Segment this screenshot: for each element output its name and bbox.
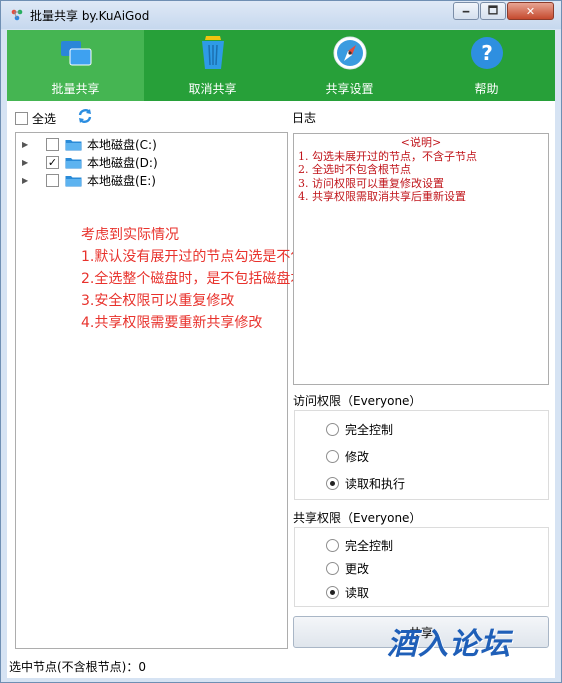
- access-permission-title: 访问权限（Everyone）: [293, 394, 422, 408]
- radio-label: 完全控制: [345, 423, 394, 437]
- tree-item[interactable]: ▶ 本地磁盘(C:): [22, 135, 157, 153]
- note-line: 3.安全权限可以重复修改: [81, 293, 235, 309]
- toolbar-label: 取消共享: [188, 82, 237, 96]
- access-option-read-execute[interactable]: 读取和执行: [326, 475, 405, 492]
- tree-item[interactable]: ▶ ✓ 本地磁盘(D:): [22, 153, 158, 171]
- expand-arrow-icon[interactable]: ▶: [22, 158, 32, 167]
- drive-tree[interactable]: ▶ 本地磁盘(C:) ▶ ✓ 本地磁盘(D:) ▶ 本地磁盘(E:): [15, 132, 288, 649]
- log-heading: <说明>: [400, 136, 442, 149]
- tree-item-label: 本地磁盘(E:): [87, 173, 156, 188]
- note-line: 考虑到实际情况: [81, 227, 179, 243]
- tree-item-label: 本地磁盘(D:): [87, 155, 158, 170]
- folder-icon: [65, 175, 82, 186]
- tree-item[interactable]: ▶ 本地磁盘(E:): [22, 171, 156, 189]
- tree-item-checkbox[interactable]: [46, 137, 59, 151]
- refresh-icon[interactable]: [77, 107, 93, 125]
- share-permission-group: 完全控制 更改 读取: [294, 527, 549, 607]
- share-option-change[interactable]: 更改: [326, 560, 369, 577]
- expand-arrow-icon[interactable]: ▶: [22, 176, 32, 185]
- tree-item-label: 本地磁盘(C:): [87, 137, 157, 152]
- compass-icon: [333, 36, 366, 70]
- toolbar-share-settings-button[interactable]: 共享设置: [281, 30, 418, 101]
- help-icon: ?: [470, 37, 503, 69]
- radio-button[interactable]: [326, 477, 339, 490]
- radio-button[interactable]: [326, 423, 339, 436]
- maximize-button[interactable]: 🗖: [480, 2, 506, 20]
- title-bar[interactable]: 批量共享 by.KuAiGod 🗕 🗖 ✕: [1, 1, 561, 29]
- tree-item-checkbox[interactable]: ✓: [46, 155, 59, 169]
- app-icon: [11, 9, 23, 21]
- close-icon: ✕: [525, 4, 536, 18]
- status-bar: 选中节点(不含根节点)：0: [7, 655, 555, 677]
- access-option-full-control[interactable]: 完全控制: [326, 421, 393, 438]
- expand-arrow-icon[interactable]: ▶: [22, 140, 32, 149]
- toolbar-help-button[interactable]: ? 帮助: [418, 30, 555, 101]
- radio-button[interactable]: [326, 450, 339, 463]
- toolbar: 批量共享 取消共享 共享设置 ? 帮助: [7, 30, 555, 101]
- minimize-button[interactable]: 🗕: [453, 2, 479, 20]
- app-window: 批量共享 by.KuAiGod 🗕 🗖 ✕ 批量共享 取消共享 共享设置 ? 帮…: [0, 0, 562, 683]
- radio-button[interactable]: [326, 539, 339, 552]
- toolbar-batch-share-button[interactable]: 批量共享: [7, 30, 144, 101]
- window-title: 批量共享 by.KuAiGod: [30, 9, 150, 23]
- toolbar-label: 共享设置: [325, 82, 374, 96]
- toolbar-label: 批量共享: [51, 82, 100, 96]
- status-text: 选中节点(不含根节点)：0: [9, 659, 146, 674]
- tree-item-checkbox[interactable]: [46, 173, 59, 187]
- select-all-label: 全选: [32, 112, 57, 126]
- log-label: 日志: [292, 111, 317, 125]
- note-line: 4.共享权限需要重新共享修改: [81, 315, 263, 331]
- log-line: 3. 访问权限可以重复修改设置: [298, 176, 444, 190]
- radio-label: 修改: [345, 450, 370, 464]
- log-line: 4. 共享权限需取消共享后重新设置: [298, 190, 466, 203]
- svg-text:?: ?: [481, 41, 493, 65]
- radio-selected-dot: [330, 590, 335, 595]
- folder-icon: [65, 157, 82, 168]
- radio-label: 读取和执行: [345, 477, 406, 491]
- main-panel: 批量共享 取消共享 共享设置 ? 帮助 全选 ▶ 本地磁盘(C:) ▶ ✓ 本地…: [7, 30, 555, 678]
- log-line: 1. 勾选未展开过的节点，不含子节点: [298, 149, 477, 163]
- trash-icon: [201, 36, 224, 69]
- access-option-modify[interactable]: 修改: [326, 448, 369, 465]
- radio-label: 读取: [345, 586, 370, 600]
- radio-button[interactable]: [326, 586, 339, 599]
- select-all-checkbox[interactable]: 全选: [15, 110, 56, 127]
- radio-label: 更改: [345, 562, 370, 576]
- close-button[interactable]: ✕: [507, 2, 554, 20]
- log-textbox[interactable]: <说明> 1. 勾选未展开过的节点，不含子节点 2. 全选时不包含根节点 3. …: [293, 133, 549, 385]
- folder-icon: [65, 139, 82, 150]
- log-line: 2. 全选时不包含根节点: [298, 163, 411, 176]
- radio-button[interactable]: [326, 562, 339, 575]
- access-permission-group: 完全控制 修改 读取和执行: [294, 410, 549, 500]
- maximize-icon: 🗖: [487, 3, 499, 17]
- toolbar-cancel-share-button[interactable]: 取消共享: [144, 30, 281, 101]
- share-permission-title: 共享权限（Everyone）: [293, 511, 422, 525]
- radio-selected-dot: [330, 481, 335, 486]
- share-option-read[interactable]: 读取: [326, 584, 369, 601]
- checkbox[interactable]: [15, 112, 28, 125]
- minimize-icon: 🗕: [462, 3, 470, 17]
- toolbar-label: 帮助: [474, 82, 499, 96]
- radio-label: 完全控制: [345, 539, 394, 553]
- share-option-full-control[interactable]: 完全控制: [326, 537, 393, 554]
- windows-icon: [60, 41, 91, 66]
